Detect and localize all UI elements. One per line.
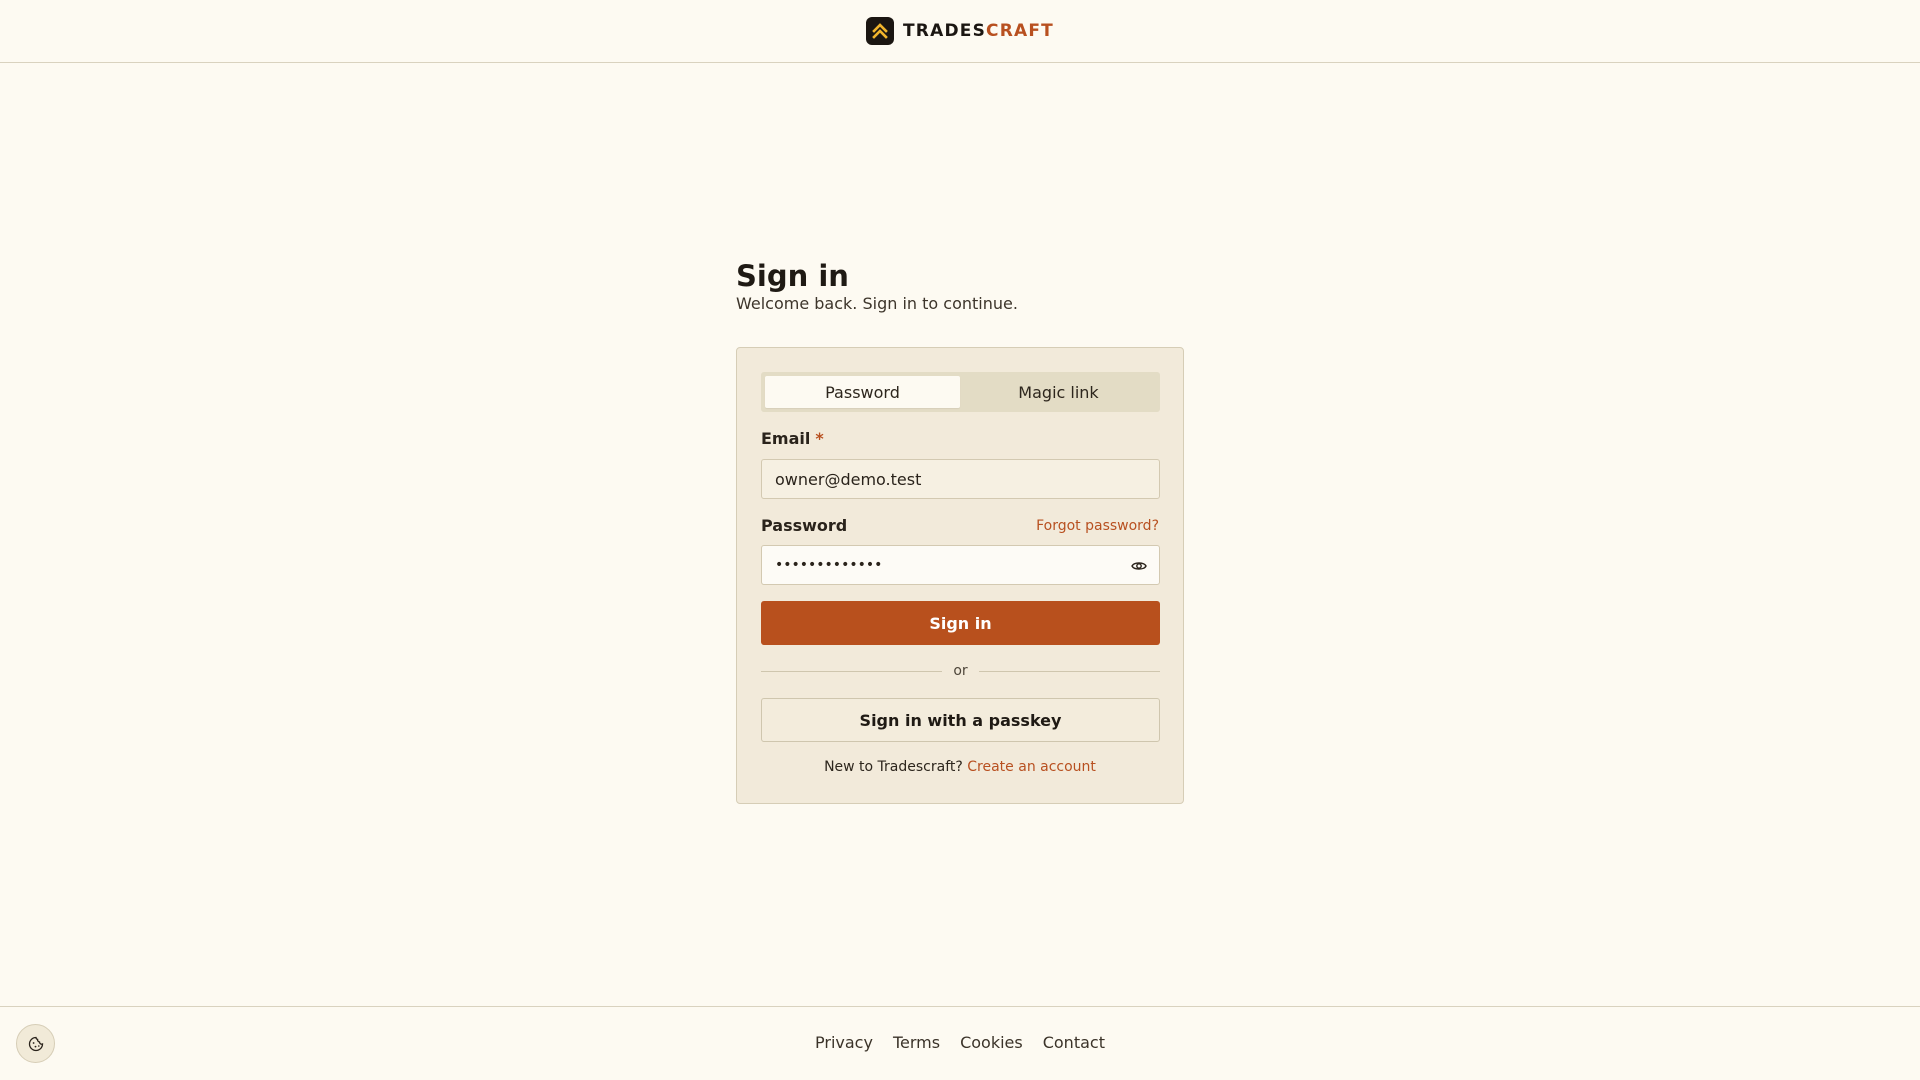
footer-link-cookies[interactable]: Cookies bbox=[960, 1033, 1023, 1052]
chevron-up-icon bbox=[866, 17, 895, 45]
footer-link-terms[interactable]: Terms bbox=[893, 1033, 940, 1052]
signin-card: Password Magic link Email * owner@demo.te… bbox=[736, 347, 1184, 804]
signup-prompt-text: New to Tradescraft? bbox=[824, 759, 963, 775]
create-account-link[interactable]: Create an account bbox=[967, 759, 1096, 775]
divider-line-right bbox=[979, 671, 1160, 672]
email-value: owner@demo.test bbox=[775, 469, 922, 489]
page-title: Sign in bbox=[736, 259, 849, 293]
page-subtitle: Welcome back. Sign in to continue. bbox=[736, 294, 1018, 313]
signup-prompt: New to Tradescraft? Create an account bbox=[737, 759, 1183, 775]
email-label: Email * bbox=[761, 429, 824, 448]
footer: Privacy Terms Cookies Contact bbox=[0, 1006, 1920, 1080]
or-divider: or bbox=[761, 661, 1160, 681]
footer-links: Privacy Terms Cookies Contact bbox=[0, 1033, 1920, 1052]
footer-link-contact[interactable]: Contact bbox=[1043, 1033, 1105, 1052]
heading: Sign in Welcome back. Sign in to continu… bbox=[736, 258, 1018, 314]
password-value: ••••••••••••• bbox=[775, 557, 883, 573]
brand-logo[interactable]: TRADESCRAFT bbox=[866, 17, 1054, 45]
signin-button[interactable]: Sign in bbox=[761, 601, 1160, 645]
email-label-text: Email bbox=[761, 429, 811, 448]
top-bar: TRADESCRAFT bbox=[0, 0, 1920, 63]
password-field[interactable]: ••••••••••••• bbox=[761, 545, 1160, 585]
required-marker: * bbox=[815, 429, 824, 448]
forgot-password-link[interactable]: Forgot password? bbox=[1036, 518, 1159, 534]
password-label: Password bbox=[761, 516, 848, 535]
tab-magic-link[interactable]: Magic link bbox=[961, 376, 1156, 408]
footer-link-privacy[interactable]: Privacy bbox=[815, 1033, 873, 1052]
brand-name: TRADESCRAFT bbox=[903, 21, 1054, 41]
brand-name-part2: CRAFT bbox=[986, 21, 1054, 41]
brand-name-part1: TRADES bbox=[903, 21, 987, 41]
tab-password[interactable]: Password bbox=[765, 376, 960, 408]
email-field[interactable]: owner@demo.test bbox=[761, 459, 1160, 499]
eye-icon[interactable] bbox=[1131, 558, 1147, 574]
auth-method-tabs: Password Magic link bbox=[761, 372, 1160, 412]
passkey-signin-button[interactable]: Sign in with a passkey bbox=[761, 698, 1160, 742]
